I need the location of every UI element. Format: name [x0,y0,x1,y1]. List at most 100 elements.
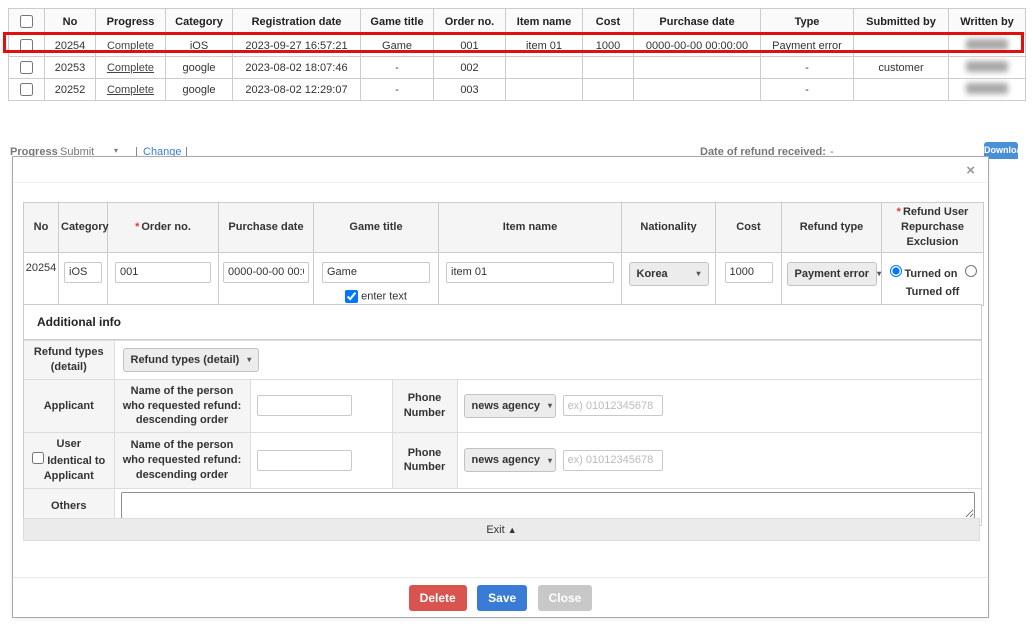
turned-on-label: Turned on [904,268,957,280]
applicant-phone-label: Phone Number [392,379,457,433]
cell-purchase-date: 0000-00-00 00:00:00 [634,35,761,57]
select-all-checkbox[interactable] [20,15,33,28]
hdr-refund-type: Refund type [782,203,882,253]
progress-link[interactable]: Complete [107,62,154,74]
turned-on-radio[interactable] [890,265,902,277]
page: No Progress Category Registration date G… [0,0,1033,633]
row-checkbox[interactable] [20,83,33,96]
cell-no: 20252 [45,79,96,101]
refund-types-row: Refund types (detail) Refund types (deta… [24,341,981,380]
cell-cost [583,57,634,79]
cell-no: 20253 [45,57,96,79]
nationality-select[interactable]: Korea▾ [629,262,709,286]
select-all-cell [9,9,45,35]
cost-input[interactable] [725,262,773,283]
applicant-phone-input[interactable] [563,395,663,416]
table-header-row: No Progress Category Registration date G… [9,9,1026,35]
divider [13,577,988,578]
value-no: 20254 [24,252,59,305]
repurchase-exclusion-radios: Turned on Turned off [883,262,982,302]
category-input[interactable] [64,262,102,283]
cell-item-name [506,57,583,79]
enter-text-checkbox[interactable] [345,290,358,303]
applicant-label: Applicant [24,379,114,433]
hdr-purchase-date: Purchase date [219,203,314,253]
cell-type: - [761,79,854,101]
col-game-title: Game title [361,9,434,35]
refund-detail-modal: × No Category *Order no. Purchase date G… [12,156,989,618]
game-title-input[interactable] [322,262,430,283]
row-checkbox[interactable] [20,61,33,74]
applicant-name-label: Name of the person who requested refund:… [114,379,250,433]
hdr-category: Category [59,203,108,253]
others-textarea[interactable] [121,492,976,519]
cell-order-no: 003 [434,79,506,101]
col-progress: Progress [96,9,166,35]
applicant-row: Applicant Name of the person who request… [24,379,981,433]
cell-no: 20254 [45,35,96,57]
col-item-name: Item name [506,9,583,35]
refund-type-select[interactable]: Payment error▾ [787,262,877,286]
col-registration-date: Registration date [233,9,361,35]
row-checkbox[interactable] [20,39,33,52]
cell-game-title: - [361,57,434,79]
refund-types-label: Refund types (detail) [24,341,114,380]
col-submitted-by: Submitted by [854,9,949,35]
chevron-down-icon: ▾ [548,401,552,410]
required-marker: * [897,206,901,218]
purchase-date-input[interactable] [223,262,309,283]
progress-link[interactable]: Complete [107,84,154,96]
delete-button[interactable]: Delete [409,585,467,611]
user-phone-input[interactable] [563,450,663,471]
hdr-repurchase-exclusion: *Refund User Repurchase Exclusion [882,203,984,253]
col-type: Type [761,9,854,35]
user-name-input[interactable] [257,450,352,471]
applicant-carrier-select[interactable]: news agency▾ [464,394,556,418]
col-purchase-date: Purchase date [634,9,761,35]
item-name-input[interactable] [446,262,614,283]
col-cost: Cost [583,9,634,35]
turned-off-radio[interactable] [965,265,977,277]
refund-form-table: No Category *Order no. Purchase date Gam… [23,202,984,306]
cell-submitted-by: customer [854,57,949,79]
identical-to-applicant-checkbox[interactable] [32,452,44,464]
close-icon[interactable]: × [966,164,975,178]
cell-category: google [166,79,233,101]
chevron-down-icon: ▾ [877,269,881,278]
refund-types-select[interactable]: Refund types (detail)▾ [123,348,260,372]
progress-link[interactable]: Complete [107,40,154,52]
additional-info-title: Additional info [24,305,981,340]
applicant-name-input[interactable] [257,395,352,416]
exit-label: Exit [486,524,504,536]
cell-type: - [761,57,854,79]
save-button[interactable]: Save [477,585,527,611]
cell-order-no: 002 [434,57,506,79]
additional-info-section: Additional info Refund types (detail) Re… [23,304,982,526]
chevron-down-icon: ▾ [548,456,552,465]
chevron-down-icon: ▾ [247,355,251,364]
exit-toggle-bar[interactable]: Exit ▲ [23,518,980,541]
order-no-input[interactable] [115,262,211,283]
col-written-by: Written by [949,9,1026,35]
col-order-no: Order no. [434,9,506,35]
cell-type: Payment error [761,35,854,57]
cell-cost: 1000 [583,35,634,57]
written-by-redacted [966,39,1008,50]
cell-game-title: - [361,79,434,101]
close-button[interactable]: Close [538,585,593,611]
additional-info-table: Refund types (detail) Refund types (deta… [24,340,981,525]
cell-submitted-by [854,79,949,101]
cell-item-name [506,79,583,101]
user-name-label: Name of the person who requested refund:… [114,433,250,489]
table-row: 20254 Complete iOS 2023-09-27 16:57:21 G… [9,35,1026,57]
cell-category: iOS [166,35,233,57]
cell-registration-date: 2023-08-02 18:07:46 [233,57,361,79]
user-carrier-select[interactable]: news agency▾ [464,448,556,472]
download-button[interactable]: Download [984,142,1018,159]
enter-text-label: enter text [361,290,407,302]
cell-game-title: Game [361,35,434,57]
hdr-no: No [24,203,59,253]
modal-footer: Delete Save Close [13,585,988,611]
col-category: Category [166,9,233,35]
col-no: No [45,9,96,35]
